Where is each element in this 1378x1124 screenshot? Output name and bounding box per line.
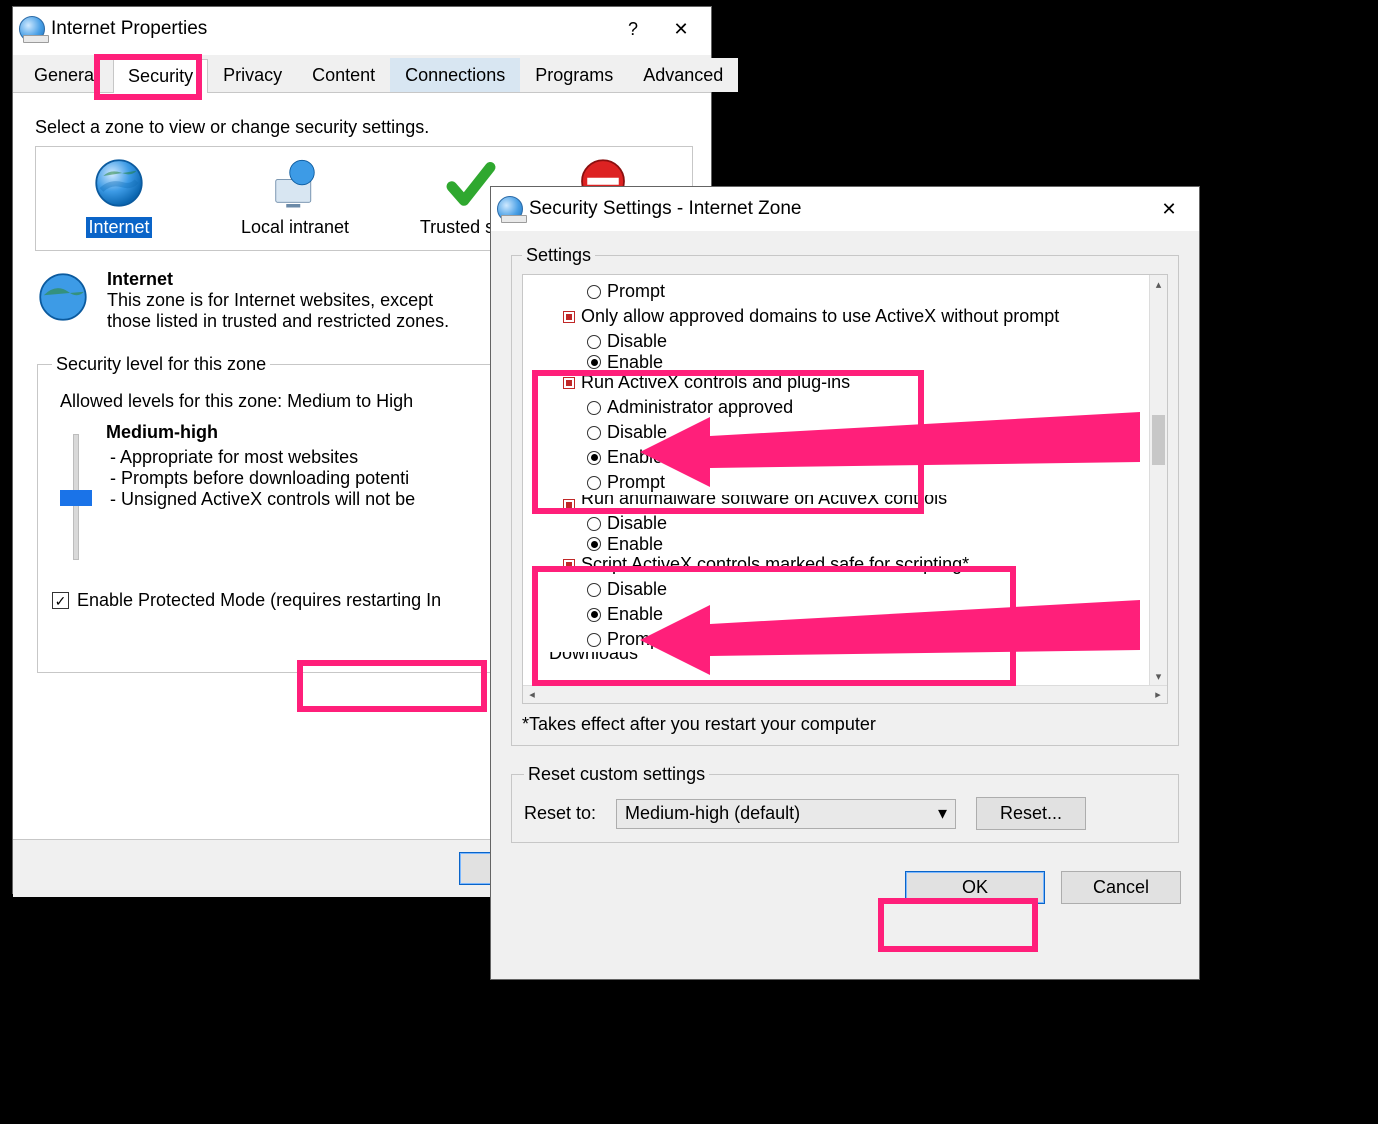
category-icon (563, 311, 575, 323)
settings-legend: Settings (522, 245, 595, 266)
option-disable[interactable]: Disable (587, 420, 1161, 445)
scroll-up-button[interactable]: ▴ (1150, 275, 1167, 293)
level-point: Appropriate for most websites (110, 447, 415, 468)
option-disable[interactable]: Disable (587, 329, 1161, 354)
group-script-activex: Script ActiveX controls marked safe for … (563, 552, 1161, 577)
zone-help-text: Select a zone to view or change security… (35, 117, 693, 138)
category-icon (563, 377, 575, 389)
protected-mode-label: Enable Protected Mode (requires restarti… (77, 590, 441, 611)
category-icon (563, 559, 575, 571)
group-run-activex: Run ActiveX controls and plug-ins (563, 370, 1161, 395)
security-level-legend: Security level for this zone (52, 354, 270, 375)
option-disable[interactable]: Disable (587, 577, 1161, 602)
option-disable[interactable]: Disable (587, 511, 1161, 536)
protected-mode-checkbox[interactable] (52, 592, 69, 609)
zone-label: Internet (86, 217, 151, 238)
tab-content[interactable]: Content (297, 58, 390, 92)
globe-icon (35, 269, 91, 332)
reset-button[interactable]: Reset... (976, 797, 1086, 830)
level-name: Medium-high (106, 422, 415, 443)
tab-advanced[interactable]: Advanced (628, 58, 738, 92)
dialog-footer: OK Cancel (491, 857, 1199, 904)
group-only-allow-approved: Only allow approved domains to use Activ… (563, 304, 1161, 329)
option-enable[interactable]: Enable (587, 354, 1161, 370)
chevron-down-icon: ▾ (938, 803, 947, 824)
zone-label: Local intranet (239, 217, 351, 238)
zone-internet[interactable]: Internet (44, 155, 194, 238)
settings-tree[interactable]: Prompt Only allow approved domains to us… (522, 274, 1168, 704)
window-title: Security Settings - Internet Zone (529, 198, 1145, 220)
window-title: Internet Properties (51, 18, 609, 40)
tab-connections[interactable]: Connections (390, 58, 520, 92)
titlebar[interactable]: Security Settings - Internet Zone ✕ (491, 187, 1199, 231)
cancel-button[interactable]: Cancel (1061, 871, 1181, 904)
reset-to-value: Medium-high (default) (625, 803, 800, 824)
option-prompt[interactable]: Prompt (587, 627, 1161, 652)
settings-group: Settings Prompt Only allow approved doma… (511, 245, 1179, 746)
option-prompt[interactable]: Prompt (587, 470, 1161, 495)
close-button[interactable]: ✕ (1145, 189, 1193, 229)
reset-to-label: Reset to: (524, 803, 596, 824)
horizontal-scrollbar[interactable]: ◂ ▸ (523, 685, 1167, 703)
security-settings-window: Security Settings - Internet Zone ✕ Sett… (490, 186, 1200, 980)
tab-programs[interactable]: Programs (520, 58, 628, 92)
close-button[interactable]: ✕ (657, 9, 705, 49)
tab-strip: General Security Privacy Content Connect… (13, 55, 711, 93)
scroll-left-button[interactable]: ◂ (523, 688, 541, 701)
titlebar[interactable]: Internet Properties ? ✕ (13, 7, 711, 51)
security-level-slider[interactable] (66, 422, 86, 572)
tab-security[interactable]: Security (113, 59, 208, 93)
zone-desc-title: Internet (107, 269, 467, 290)
group-downloads: Downloads (549, 652, 1161, 666)
restart-note: *Takes effect after you restart your com… (522, 714, 1168, 735)
help-button[interactable]: ? (609, 9, 657, 49)
reset-custom-group: Reset custom settings Reset to: Medium-h… (511, 764, 1179, 843)
slider-thumb[interactable] (60, 490, 92, 506)
tab-general[interactable]: General (19, 58, 113, 92)
scroll-right-button[interactable]: ▸ (1149, 688, 1167, 701)
option-enable[interactable]: Enable (587, 602, 1161, 627)
zone-local-intranet[interactable]: Local intranet (220, 155, 370, 238)
scroll-down-button[interactable]: ▾ (1150, 667, 1167, 685)
option-admin-approved[interactable]: Administrator approved (587, 395, 1161, 420)
internet-options-icon (19, 16, 45, 42)
ok-button[interactable]: OK (905, 871, 1045, 904)
globe-icon (88, 155, 150, 211)
option-enable[interactable]: Enable (587, 536, 1161, 552)
vertical-scrollbar[interactable]: ▴ ▾ (1149, 275, 1167, 685)
reset-to-combo[interactable]: Medium-high (default) ▾ (616, 799, 956, 829)
zone-desc-text: This zone is for Internet websites, exce… (107, 290, 467, 332)
category-icon (563, 499, 575, 511)
group-antimalware: Run antimalware software on ActiveX cont… (563, 495, 1161, 511)
monitor-globe-icon (264, 155, 326, 211)
option-prompt[interactable]: Prompt (587, 279, 1161, 304)
scroll-thumb[interactable] (1152, 415, 1165, 465)
level-description: Medium-high Appropriate for most website… (106, 422, 415, 510)
internet-options-icon (497, 196, 523, 222)
level-point: Prompts before downloading potenti (110, 468, 415, 489)
option-enable[interactable]: Enable (587, 445, 1161, 470)
level-point: Unsigned ActiveX controls will not be (110, 489, 415, 510)
tab-privacy[interactable]: Privacy (208, 58, 297, 92)
reset-legend: Reset custom settings (524, 764, 709, 785)
